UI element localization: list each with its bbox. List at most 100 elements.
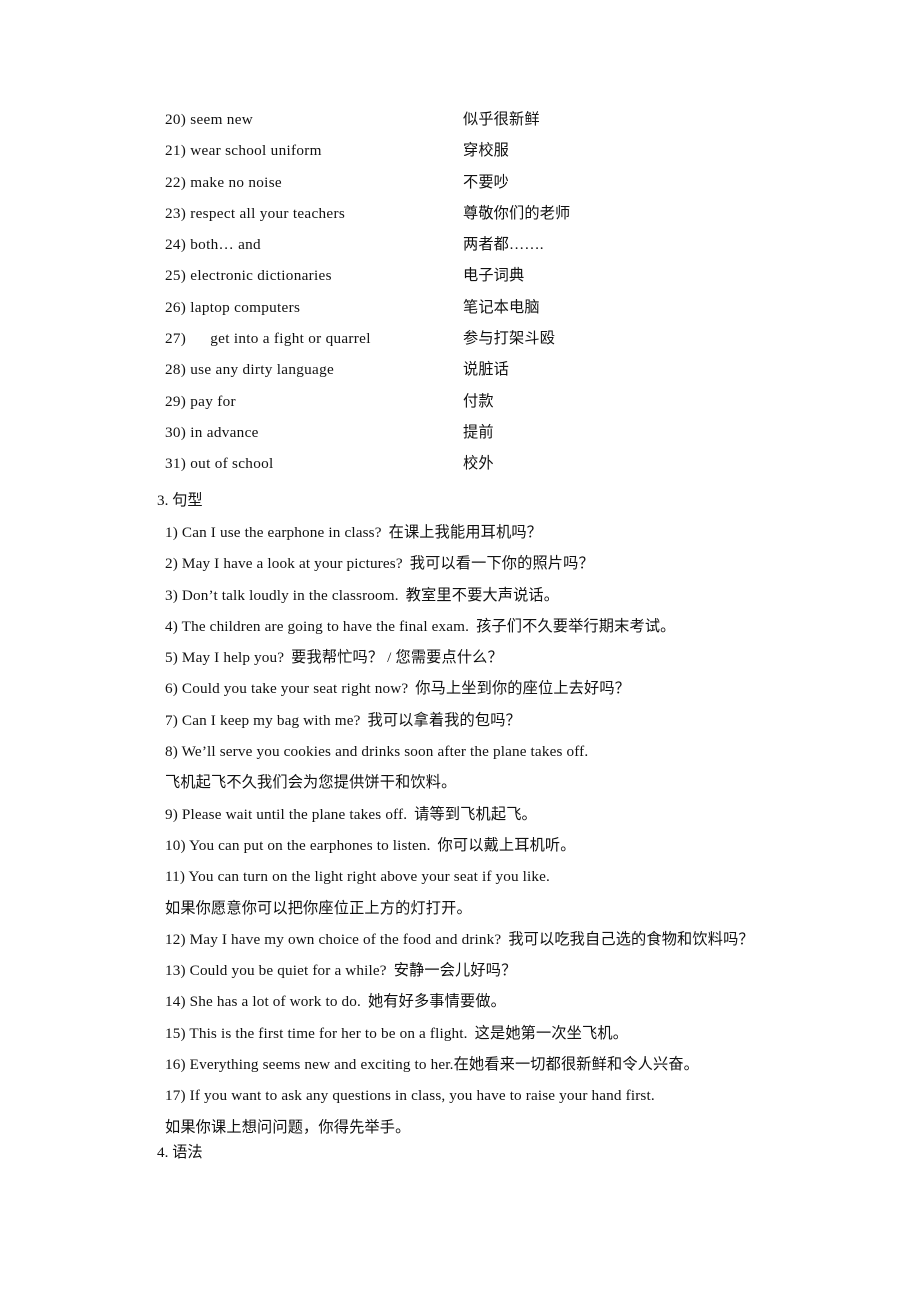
- sentence-pattern-item: 14) She has a lot of work to do. 她有好多事情要做…: [0, 986, 920, 1017]
- vocabulary-english: 30) in advance: [165, 417, 259, 448]
- sentence-pattern-item: 3) Don’t talk loudly in the classroom. 教室…: [0, 580, 920, 611]
- sentence-line-translation: 如果你愿意你可以把你座位正上方的灯打开。: [165, 893, 920, 924]
- vocabulary-row: 28) use any dirty language 说脏话: [0, 354, 920, 385]
- sentence-english: Everything seems new and exciting to her…: [189, 1056, 454, 1074]
- vocabulary-row: 22) make no noise 不要吵: [0, 167, 920, 198]
- vocabulary-translation: 尊敬你们的老师: [463, 204, 571, 222]
- sentence-english: Can I keep my bag with me?: [181, 711, 361, 729]
- sentence-item-number: 7): [165, 711, 178, 729]
- vocabulary-item-number: 28): [165, 361, 187, 379]
- vocabulary-list: 20) seem new 似乎很新鲜 21) wear school uniform…: [0, 104, 920, 480]
- sentence-pattern-item: 17) If you want to ask any questions in …: [0, 1080, 920, 1143]
- sentence-translation: 她有好多事情要做。: [367, 993, 507, 1011]
- vocabulary-row: 23) respect all your teachers 尊敬你们的老师: [0, 198, 920, 229]
- vocabulary-item-number: 29): [165, 392, 187, 410]
- vocabulary-english: 27) get into a fight or quarrel: [165, 323, 371, 354]
- sentence-item-number: 2): [165, 555, 178, 573]
- sentence-english: Could you be quiet for a while?: [189, 962, 387, 980]
- sentence-pattern-item: 10) You can put on the earphones to list…: [0, 830, 920, 861]
- vocabulary-row: 29) pay for 付款: [0, 386, 920, 417]
- vocabulary-english: 21) wear school uniform: [165, 135, 322, 166]
- vocabulary-translation: 穿校服: [463, 142, 510, 160]
- sentence-line-primary: 16) Everything seems new and exciting to…: [165, 1049, 920, 1080]
- sentence-translation: 你可以戴上耳机听。: [437, 836, 576, 854]
- sentence-english: You can put on the earphones to listen.: [189, 836, 431, 854]
- sentence-item-number: 3): [165, 586, 178, 604]
- sentence-pattern-item: 12) May I have my own choice of the food…: [0, 924, 920, 955]
- sentence-pattern-item: 1) Can I use the earphone in class? 在课上我能…: [0, 517, 920, 548]
- vocabulary-row: 20) seem new 似乎很新鲜: [0, 104, 920, 135]
- sentence-line-translation: 如果你课上想问问题，你得先举手。: [165, 1112, 920, 1143]
- sentence-line-primary: 8) We’ll serve you cookies and drinks so…: [165, 736, 920, 767]
- sentence-pattern-item: 4) The children are going to have the fi…: [0, 611, 920, 642]
- sentence-line-primary: 17) If you want to ask any questions in …: [165, 1080, 920, 1111]
- sentence-item-number: 13): [165, 962, 186, 980]
- vocabulary-translation: 提前: [463, 423, 494, 441]
- sentence-item-number: 14): [165, 993, 186, 1011]
- sentence-translation: 我可以拿着我的包吗？: [367, 711, 521, 729]
- vocabulary-term: use any dirty language: [186, 361, 335, 379]
- sentence-translation: 你马上坐到你的座位上去好吗？: [415, 680, 631, 698]
- sentence-english: You can turn on the light right above yo…: [188, 868, 551, 886]
- sentence-item-number: 4): [165, 617, 178, 635]
- sentence-translation: 孩子们不久要举行期末考试。: [476, 617, 676, 635]
- sentence-item-number: 9): [165, 805, 178, 823]
- sentence-english: This is the first time for her to be on …: [189, 1024, 468, 1042]
- vocabulary-item-number: 21): [165, 142, 187, 160]
- sentence-pattern-item: 13) Could you be quiet for a while? 安静一会儿…: [0, 955, 920, 986]
- vocabulary-item-number: 24): [165, 236, 187, 254]
- vocabulary-english: 20) seem new: [165, 104, 253, 135]
- vocabulary-row: 24) both… and 两者都…….: [0, 229, 920, 260]
- sentence-item-number: 1): [165, 524, 178, 541]
- vocabulary-term: pay for: [186, 392, 236, 410]
- sentence-pattern-item: 7) Can I keep my bag with me? 我可以拿着我的包吗？: [0, 705, 920, 736]
- vocabulary-term: in advance: [186, 423, 259, 441]
- vocabulary-translation: 不要吵: [463, 173, 510, 191]
- sentence-pattern-item: 9) Please wait until the plane takes off…: [0, 799, 920, 830]
- sentence-line-primary: 6) Could you take your seat right now? 你马…: [165, 673, 920, 704]
- sentence-line-primary: 9) Please wait until the plane takes off…: [165, 799, 920, 830]
- sentence-translation: 在课上我能用耳机吗？: [388, 524, 543, 541]
- vocabulary-term: make no noise: [186, 173, 282, 191]
- vocabulary-item-number: 25): [165, 267, 187, 285]
- vocabulary-item-number: 26): [165, 298, 187, 316]
- vocabulary-item-number: 31): [165, 455, 187, 473]
- vocabulary-row: 26) laptop computers 笔记本电脑: [0, 292, 920, 323]
- sentence-pattern-item: 11) You can turn on the light right abov…: [0, 861, 920, 924]
- sentence-line-primary: 13) Could you be quiet for a while? 安静一会儿…: [165, 955, 920, 986]
- sentence-item-number: 8): [165, 743, 178, 761]
- sentence-translation: 我可以看一下你的照片吗？: [409, 555, 594, 573]
- vocabulary-term: laptop computers: [186, 298, 301, 316]
- section-heading-grammar: 4. 语法: [157, 1144, 203, 1161]
- sentence-english: May I have a look at your pictures?: [181, 555, 403, 573]
- vocabulary-term: out of school: [186, 455, 274, 473]
- sentence-pattern-item: 16) Everything seems new and exciting to…: [0, 1049, 920, 1080]
- vocabulary-english: 24) both… and: [165, 229, 261, 260]
- vocabulary-english: 25) electronic dictionaries: [165, 260, 332, 291]
- vocabulary-translation: 两者都…….: [463, 236, 544, 254]
- vocabulary-item-number: 27): [165, 330, 187, 348]
- sentence-item-number: 16): [165, 1056, 186, 1074]
- sentence-translation: 如果你愿意你可以把你座位正上方的灯打开。: [165, 899, 472, 917]
- sentence-item-number: 11): [165, 868, 186, 886]
- sentence-item-number: 15): [165, 1024, 186, 1042]
- sentence-line-primary: 2) May I have a look at your pictures? 我可…: [165, 548, 920, 579]
- vocabulary-row: 21) wear school uniform 穿校服: [0, 135, 920, 166]
- vocabulary-row: 27) get into a fight or quarrel 参与打架斗殴: [0, 323, 920, 354]
- vocabulary-translation: 付款: [463, 392, 494, 410]
- vocabulary-row: 30) in advance 提前: [0, 417, 920, 448]
- sentence-translation: 飞机起飞不久我们会为您提供饼干和饮料。: [165, 774, 457, 792]
- vocabulary-translation: 说脏话: [463, 361, 510, 379]
- sentence-line-primary: 1) Can I use the earphone in class? 在课上我能…: [165, 517, 920, 548]
- vocabulary-translation: 似乎很新鲜: [463, 111, 540, 128]
- sentence-translation: 要我帮忙吗？ / 您需要点什么？: [291, 649, 503, 667]
- sentence-translation: 教室里不要大声说话。: [405, 586, 560, 604]
- sentence-translation: 在她看来一切都很新鲜和令人兴奋。: [453, 1056, 700, 1074]
- section-heading-sentence-patterns: 3. 句型: [157, 492, 203, 509]
- sentence-translation: 我可以吃我自己选的食物和饮料吗？: [508, 930, 754, 948]
- sentence-translation: 这是她第一次坐飞机。: [474, 1024, 629, 1042]
- vocabulary-translation: 参与打架斗殴: [463, 330, 556, 348]
- vocabulary-english: 22) make no noise: [165, 167, 282, 198]
- vocabulary-row: 31) out of school 校外: [0, 448, 920, 479]
- vocabulary-item-number: 23): [165, 204, 187, 222]
